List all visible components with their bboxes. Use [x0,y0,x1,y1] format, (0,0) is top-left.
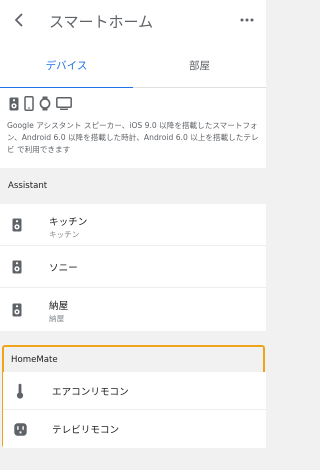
outlet-icon [13,420,27,438]
thermometer-icon [13,382,27,400]
tab-bar: デバイス 部屋 [0,42,266,89]
app-bar: スマートホーム [0,0,266,42]
more-options-button[interactable] [236,9,258,31]
speaker-icon [10,301,24,319]
device-name: ソニー [49,262,78,274]
device-room: キッチン [49,230,80,239]
supported-devices-description: Google アシスタント スピーカー、iOS 9.0 以降を搭載したスマートフ… [7,121,259,154]
tab-devices[interactable]: デバイス [0,42,133,89]
device-name: テレビリモコン [52,425,120,436]
arrow-back-icon [15,13,23,27]
assistant-device-list: キッチン キッチン ソニー 納屋 納屋 [0,204,266,331]
device-row-tv-remote[interactable]: テレビリモコン [3,410,266,448]
speaker-icon [10,216,24,234]
watch-icon [39,96,51,111]
section-header-assistant: Assistant [8,181,48,191]
more-horiz-icon [240,18,254,22]
device-row-sony[interactable]: ソニー [0,246,266,288]
device-name: 納屋 [49,301,69,312]
device-name: エアコンリモコン [52,386,129,398]
device-name: キッチン [49,217,88,228]
homemate-device-list: エアコンリモコン テレビリモコン [3,372,266,448]
tv-icon [56,97,72,110]
tab-rooms[interactable]: 部屋 [133,42,266,88]
device-row-aircon-remote[interactable]: エアコンリモコン [3,372,266,410]
homemate-section: HomeMate エアコンリモコン テレビリモコン [2,345,266,448]
supported-devices-panel: Google アシスタント スピーカー、iOS 9.0 以降を搭載したスマートフ… [0,88,266,168]
section-header-homemate: HomeMate [11,354,58,365]
device-room: 納屋 [49,314,65,323]
device-row-kitchen[interactable]: キッチン キッチン [0,204,266,246]
phone-icon [24,96,34,111]
back-button[interactable] [8,9,30,31]
supported-device-icons [9,96,72,111]
device-row-barn[interactable]: 納屋 納屋 [0,288,266,331]
speaker-icon [10,258,24,276]
page-title: スマートホーム [49,13,154,31]
speaker-icon [9,97,19,111]
